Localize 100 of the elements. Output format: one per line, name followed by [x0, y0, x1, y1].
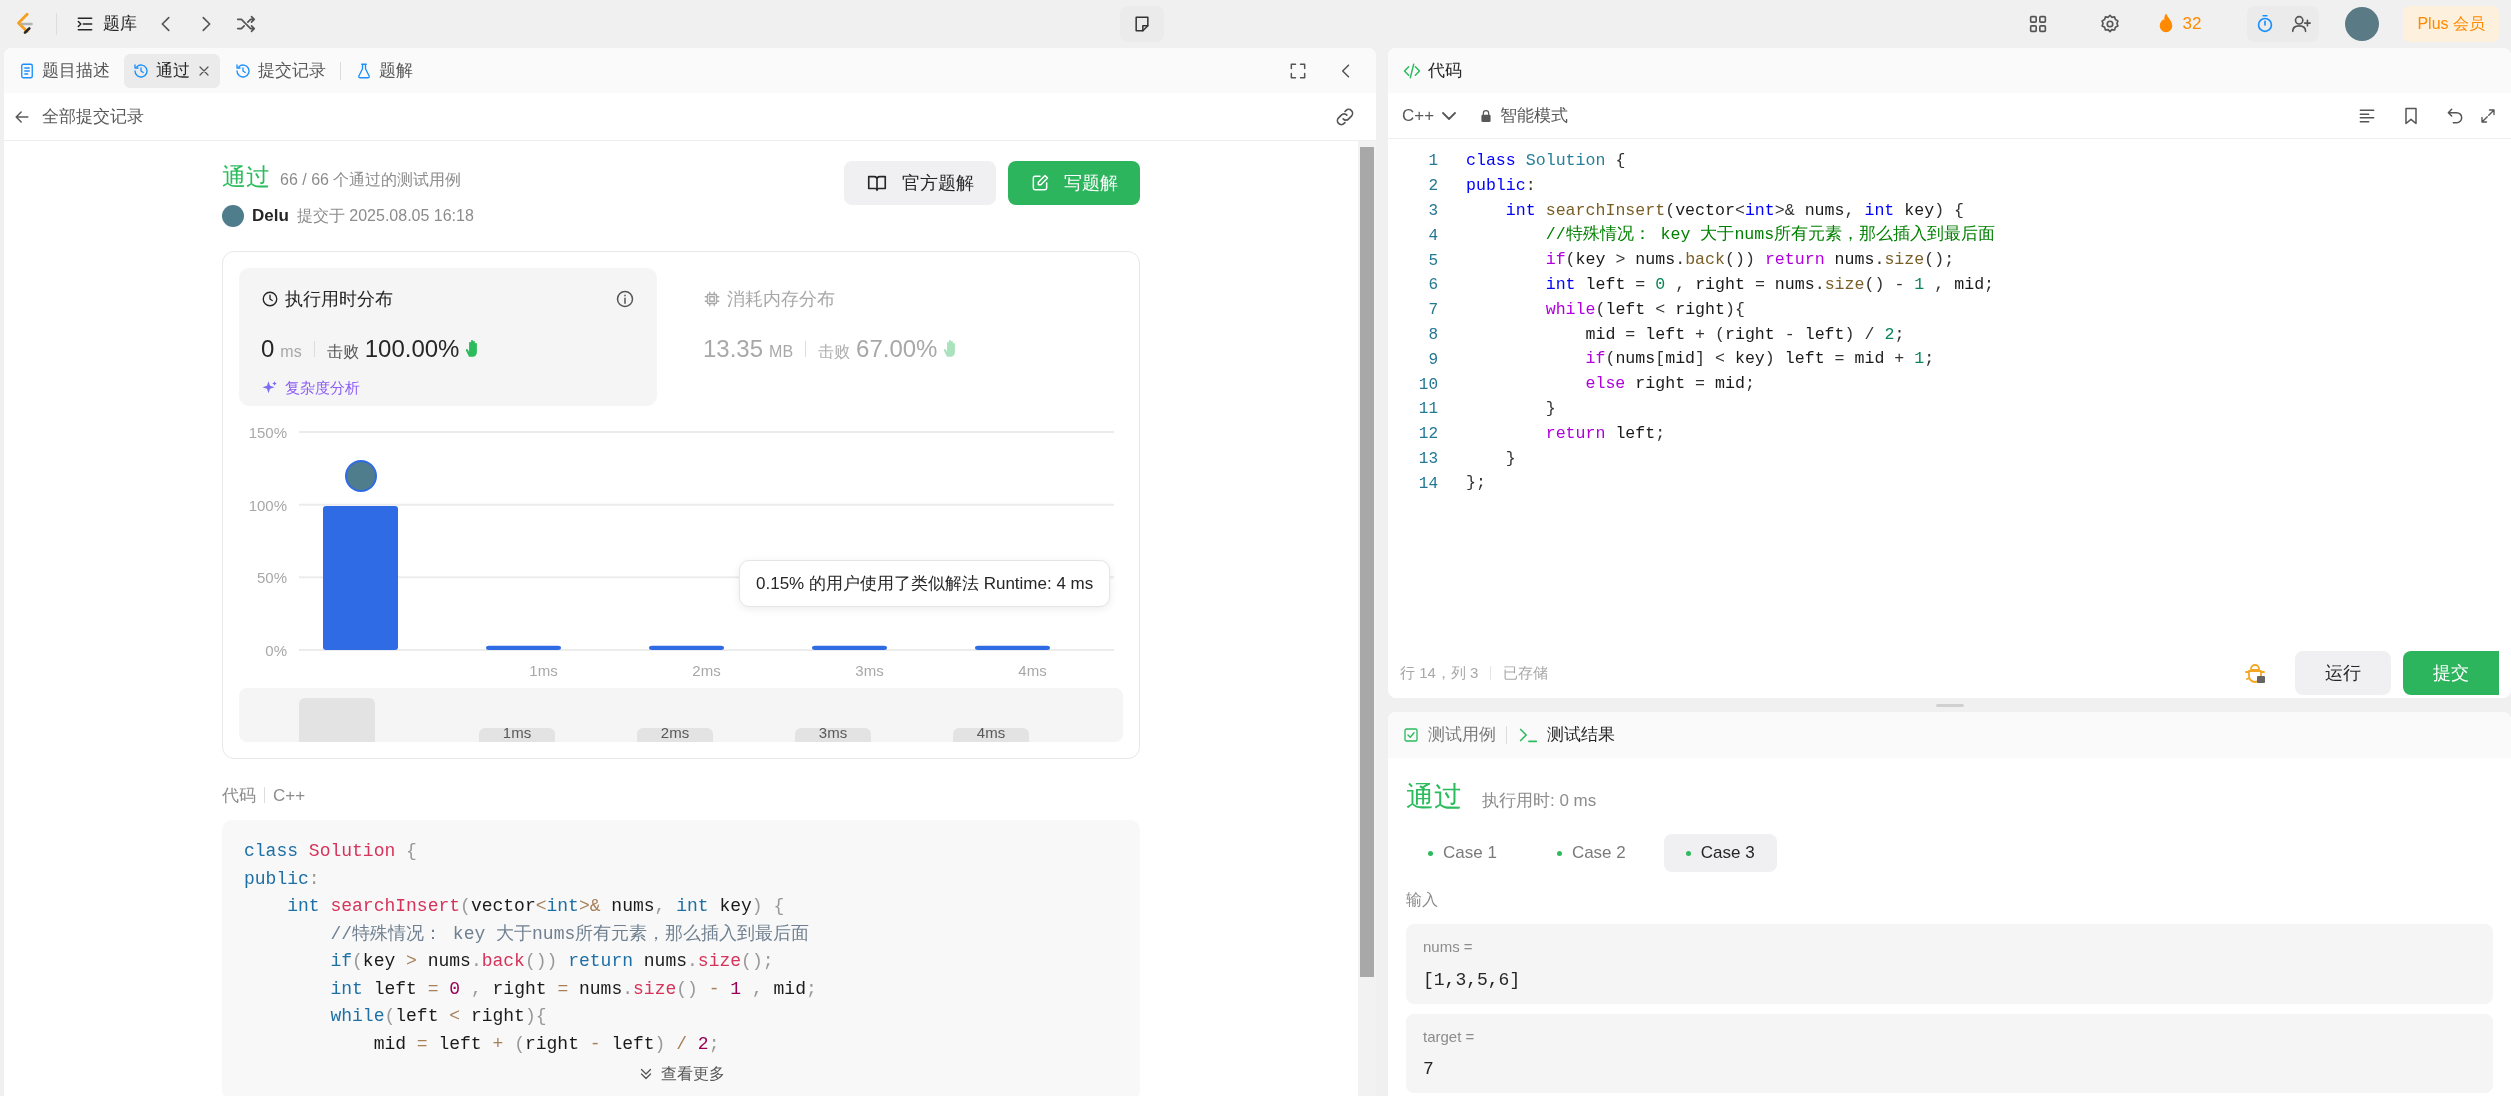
- complexity-analysis-link[interactable]: 复杂度分析: [261, 376, 635, 399]
- history-icon: [132, 61, 150, 80]
- axis-label: 50%: [256, 568, 287, 586]
- edit-icon: [1030, 173, 1050, 193]
- stat-card[interactable]: 执行用时分布 0 ms 击败 100.00% 复杂度分析: [239, 267, 657, 406]
- result-status: 通过: [1406, 780, 1462, 814]
- cursor-position: 行 14，列 3: [1400, 662, 1479, 683]
- save-status: 已存储: [1503, 662, 1549, 683]
- line-number: 10: [1417, 374, 1438, 396]
- overview-label: 2ms: [660, 723, 690, 742]
- code-line: class Solution {: [1466, 149, 1626, 172]
- timer-button[interactable]: [2247, 6, 2284, 42]
- line-number: 7: [1427, 300, 1438, 322]
- language-dropdown[interactable]: C++: [1402, 102, 1457, 129]
- flask-icon: [355, 61, 373, 80]
- submission-time: 提交于 2025.08.05 16:18: [296, 205, 474, 226]
- input-name: target =: [1423, 1026, 1476, 1047]
- line-number: 3: [1427, 201, 1438, 222]
- resize-handle[interactable]: [1935, 703, 1964, 707]
- stat-unit: MB: [769, 341, 794, 362]
- case-tab[interactable]: Case 3: [1663, 834, 1777, 872]
- note-button[interactable]: [1119, 6, 1164, 42]
- chart-tooltip: 0.15% 的用户使用了类似解法 Runtime: 4 ms: [739, 559, 1111, 607]
- info-icon[interactable]: [615, 289, 635, 309]
- axis-label: 1ms: [529, 661, 558, 679]
- clap-icon: [465, 340, 480, 357]
- line-number: 4: [1427, 225, 1438, 247]
- stat-title: 执行用时分布: [285, 287, 393, 311]
- add-user-button[interactable]: [2283, 6, 2320, 42]
- code-line: else right = mid;: [1584, 373, 1755, 396]
- panel-tab[interactable]: 题解: [347, 53, 421, 88]
- run-button[interactable]: 运行: [2295, 651, 2391, 695]
- line-number: 9: [1427, 349, 1438, 371]
- overview-label: 4ms: [976, 723, 1006, 742]
- beat-percentage: 100.00%: [364, 333, 460, 364]
- code-line: if(key > nums.back()) return nums.size();: [1544, 249, 1955, 272]
- debug-lock-icon[interactable]: [2243, 661, 2267, 685]
- code-line: }: [1504, 447, 1516, 470]
- chevron-down-icon: [1442, 111, 1457, 120]
- runtime-text: 执行用时: 0 ms: [1482, 790, 1597, 812]
- panel-tab[interactable]: 通过: [124, 53, 220, 88]
- stat-title: 消耗内存分布: [727, 287, 835, 311]
- show-more-button[interactable]: 查看更多: [637, 1062, 725, 1086]
- chip-icon: [703, 290, 721, 308]
- line-number: 6: [1427, 275, 1438, 297]
- panel-tab[interactable]: 题目描述: [10, 53, 118, 88]
- bar[interactable]: [649, 645, 724, 650]
- panel-tab[interactable]: 测试结果: [1517, 722, 1615, 748]
- axis-label: 150%: [248, 423, 287, 441]
- input-name: nums =: [1423, 937, 1474, 957]
- clock-icon: [261, 290, 279, 308]
- bar[interactable]: [975, 645, 1050, 650]
- case-tab[interactable]: Case 1: [1406, 834, 1519, 872]
- code-line: if(nums[mid] < key) left = mid + 1;: [1584, 348, 1935, 371]
- code-line: mid = left + (right - left) / 2;: [372, 1032, 721, 1056]
- panel-tab[interactable]: 测试用例: [1402, 722, 1496, 748]
- user-name[interactable]: Delu: [252, 203, 289, 229]
- code-line: if(key > nums.back()) return nums.size();: [329, 950, 775, 973]
- line-number: 11: [1417, 399, 1438, 421]
- beat-label: 击败: [818, 341, 851, 362]
- stat-value: 0: [261, 333, 275, 364]
- panel-tab[interactable]: 提交记录: [226, 53, 334, 88]
- overview-label: 3ms: [818, 723, 848, 742]
- bar[interactable]: [812, 645, 887, 650]
- beat-label: 击败: [326, 341, 359, 362]
- code-line: class Solution {: [244, 840, 418, 863]
- smart-mode-button[interactable]: 智能模式: [1478, 102, 1569, 129]
- axis-label: 2ms: [692, 661, 721, 679]
- axis-label: 3ms: [855, 661, 884, 679]
- code-line: public:: [244, 867, 321, 891]
- panel-title: 代码: [1428, 59, 1462, 82]
- input-label: 输入: [1406, 890, 1439, 910]
- input-value: 7: [1423, 1058, 1435, 1081]
- shuffle-icon[interactable]: [235, 13, 257, 35]
- code-line: }: [1544, 397, 1556, 420]
- chart-overview[interactable]: 1ms 2ms 3ms 4ms: [239, 687, 1123, 742]
- test-cases-passed: 66 / 66 个通过的测试用例: [280, 170, 462, 190]
- case-tab[interactable]: Case 2: [1534, 834, 1648, 872]
- line-number: 2: [1427, 176, 1438, 198]
- problem-list-button[interactable]: 题库: [75, 11, 137, 37]
- code-line: return left;: [1544, 422, 1666, 445]
- official-solution-button[interactable]: 官方题解: [844, 161, 996, 205]
- language-label: C++: [273, 784, 306, 807]
- code-line: while(left < right){: [1544, 298, 1745, 321]
- history-icon: [234, 61, 252, 80]
- document-icon: [18, 61, 36, 80]
- back-link[interactable]: 全部提交记录: [12, 103, 144, 130]
- scrollbar[interactable]: [1358, 141, 1376, 1096]
- stat-unit: ms: [280, 341, 302, 362]
- clap-icon: [943, 340, 958, 357]
- code-line: mid = left + (right - left) / 2;: [1584, 323, 1905, 346]
- line-number: 8: [1427, 324, 1438, 346]
- user-avatar[interactable]: [2345, 7, 2380, 41]
- add-user-icon: [2290, 13, 2313, 35]
- settings-icon[interactable]: [2098, 13, 2121, 35]
- expand-icon[interactable]: [2479, 106, 2497, 125]
- code-line: int left = 0 , right = nums.size() - 1 , mid;: [1544, 273, 1995, 296]
- axis-label: 100%: [248, 496, 287, 514]
- bar[interactable]: [486, 645, 561, 650]
- input-value: [1,3,5,6]: [1423, 968, 1522, 992]
